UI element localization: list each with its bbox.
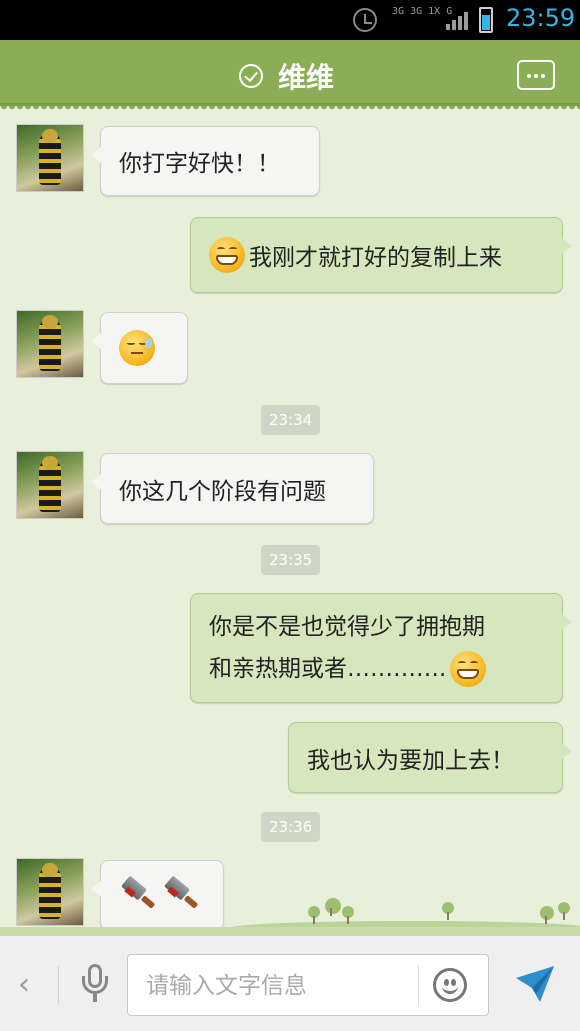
sweat-face-emoji-icon: [119, 330, 155, 366]
timestamp-chip: 23:35: [261, 545, 321, 575]
contact-name: 维维: [278, 61, 335, 94]
message-bubble-outgoing[interactable]: 你是不是也觉得少了拥抱期 和亲热期或者………….: [190, 593, 572, 703]
timestamp-chip: 23:36: [261, 812, 321, 842]
more-menu-button[interactable]: [517, 60, 555, 90]
alarm-clock-icon: [353, 8, 377, 32]
message-text: 我刚才就打好的复制上来: [249, 245, 502, 271]
microphone-icon[interactable]: [80, 964, 110, 1006]
message-text: 我也认为要加上去！: [307, 747, 514, 774]
send-icon[interactable]: [514, 964, 556, 1004]
network-indicator: 3G 3G 1X G: [392, 6, 453, 17]
message-bubble-incoming[interactable]: [91, 312, 188, 384]
online-check-icon: [239, 64, 263, 88]
message-text: 你打字好快！！: [119, 151, 280, 177]
message-bubble-outgoing[interactable]: 我刚才就打好的复制上来: [190, 217, 572, 293]
signal-icon: [446, 10, 468, 30]
back-chevron-icon[interactable]: ‹: [18, 968, 38, 1002]
background-landscape: [0, 898, 580, 935]
message-input[interactable]: [146, 969, 416, 1003]
input-bar: ‹: [0, 935, 580, 1031]
message-bubble-incoming[interactable]: 你打字好快！！: [91, 126, 320, 196]
chat-header: 维维: [0, 40, 580, 106]
message-bubble-incoming[interactable]: 你这几个阶段有问题: [91, 453, 374, 524]
header-scallop-edge: [0, 106, 580, 112]
smiley-icon[interactable]: [433, 968, 467, 1002]
message-text-line: 你是不是也觉得少了拥抱期: [209, 614, 485, 640]
status-bar: 3G 3G 1X G 23:59: [0, 0, 580, 40]
grin-emoji-icon: [209, 237, 245, 273]
contact-avatar[interactable]: [16, 451, 84, 519]
divider: [58, 966, 59, 1004]
status-time: 23:59: [506, 4, 576, 32]
battery-icon: [479, 7, 493, 33]
contact-avatar[interactable]: [16, 124, 84, 192]
timestamp-chip: 23:34: [261, 405, 321, 435]
message-text: 你这几个阶段有问题: [119, 478, 326, 505]
contact-avatar[interactable]: [16, 310, 84, 378]
message-bubble-outgoing[interactable]: 我也认为要加上去！: [288, 722, 572, 793]
message-input-container[interactable]: [127, 954, 489, 1016]
message-text-line: 和亲热期或者………….: [209, 656, 447, 682]
grin-emoji-icon: [450, 651, 487, 687]
